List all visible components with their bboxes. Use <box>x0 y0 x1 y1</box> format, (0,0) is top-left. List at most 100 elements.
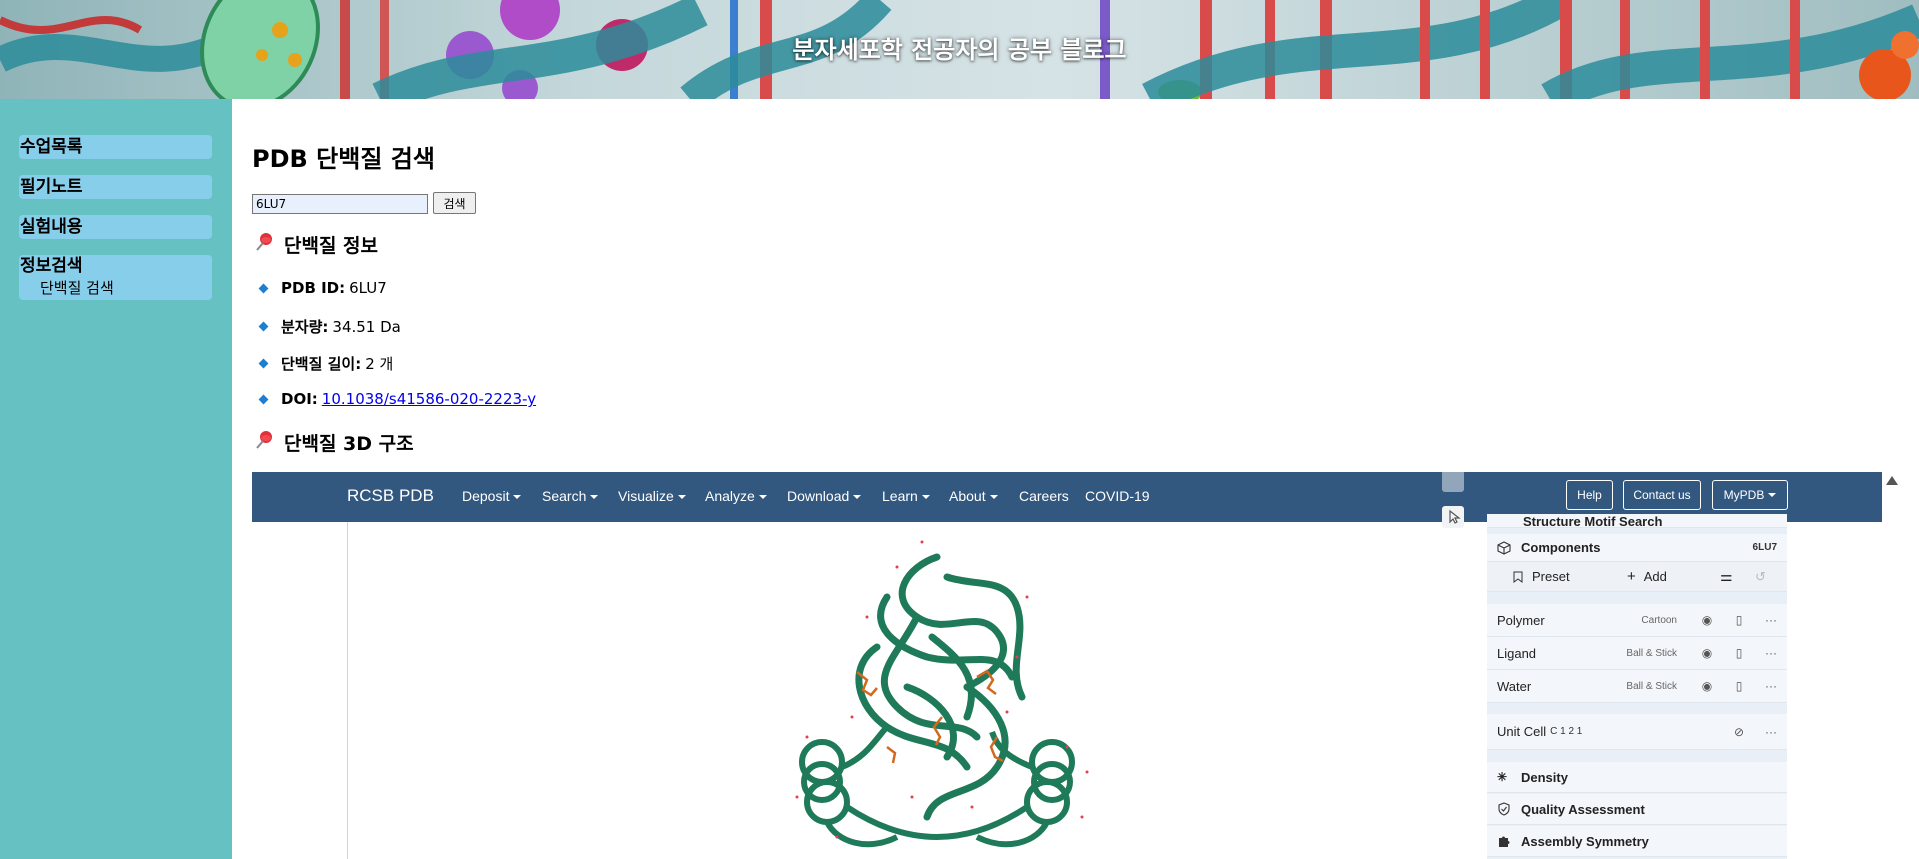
sidebar-subitem-protein-search[interactable]: 단백질 검색 <box>20 277 212 299</box>
sidebar-item-label[interactable]: 수업목록 <box>20 137 83 157</box>
rcsb-nav-download[interactable]: Download <box>787 488 862 504</box>
section-heading-text: 단백질 정보 <box>284 235 379 257</box>
sliders-icon[interactable]: ⚌ <box>1720 568 1733 585</box>
rcsb-help-button[interactable]: Help <box>1566 480 1613 510</box>
density-icon: ✳ <box>1497 770 1508 784</box>
more-icon[interactable]: ··· <box>1755 637 1787 669</box>
info-label: 단백질 길이: <box>281 355 362 373</box>
caret-down-icon <box>758 495 767 500</box>
page-title: PDB 단백질 검색 <box>252 145 435 173</box>
panel-components-id: 6LU7 <box>1752 542 1777 553</box>
more-icon[interactable]: ··· <box>1755 714 1787 749</box>
settings-icon[interactable] <box>1442 472 1464 492</box>
sidebar-item-label[interactable]: 실험내용 <box>20 217 83 237</box>
component-name: Polymer <box>1497 612 1545 628</box>
trash-icon[interactable]: ▯ <box>1723 604 1755 636</box>
caret-down-icon <box>853 495 862 500</box>
trash-icon[interactable]: ▯ <box>1723 637 1755 669</box>
diamond-bullet-icon <box>258 321 269 332</box>
shield-check-icon <box>1498 802 1510 816</box>
rcsb-embed-frame[interactable]: RCSB PDB Deposit Search Visualize Analyz… <box>252 472 1882 859</box>
info-row-molecular-weight: 분자량: 34.51 Da <box>258 316 401 337</box>
add-button[interactable]: + Add <box>1627 568 1667 585</box>
sidebar-item-experiments[interactable]: 실험내용 <box>19 215 212 239</box>
rcsb-nav-search[interactable]: Search <box>542 488 599 504</box>
rcsb-logo[interactable]: RCSB PDB <box>347 486 434 506</box>
panel-structure-motif-row[interactable]: Structure Motif Search <box>1487 514 1787 528</box>
viewer-left-border <box>347 522 348 859</box>
pdb-search-input[interactable] <box>252 194 428 214</box>
preset-button[interactable]: Preset <box>1512 569 1570 584</box>
caret-down-icon <box>677 495 686 500</box>
header-banner: 분자세포학 전공자의 공부 블로그 <box>0 0 1919 99</box>
panel-section-density[interactable]: ✳ Density <box>1487 762 1787 793</box>
section-heading-text: 단백질 3D 구조 <box>284 433 414 455</box>
site-title: 분자세포학 전공자의 공부 블로그 <box>792 36 1127 64</box>
component-name: Ligand <box>1497 645 1537 661</box>
cube-icon <box>1497 540 1511 555</box>
plus-icon: + <box>1627 568 1636 585</box>
undo-icon[interactable]: ↺ <box>1755 569 1766 585</box>
panel-preset-row: Preset + Add ⚌ ↺ <box>1487 562 1787 592</box>
rcsb-nav-learn[interactable]: Learn <box>882 488 930 504</box>
sidebar-item-class-list[interactable]: 수업목록 <box>19 135 212 159</box>
component-repr[interactable]: Ball & Stick <box>1626 681 1677 692</box>
doi-link[interactable]: 10.1038/s41586-020-2223-y <box>322 390 536 408</box>
component-repr[interactable]: Cartoon <box>1641 615 1677 626</box>
component-row-polymer[interactable]: Polymer Cartoon ◉ ▯ ··· <box>1487 604 1787 637</box>
info-label: PDB ID: <box>281 279 346 297</box>
eye-off-icon[interactable]: ⊘ <box>1723 714 1755 749</box>
search-button[interactable]: 검색 <box>433 192 476 214</box>
panel-section-symmetry[interactable]: Assembly Symmetry <box>1487 826 1787 857</box>
info-row-pdb-id: PDB ID: 6LU7 <box>258 279 387 297</box>
info-row-doi: DOI: 10.1038/s41586-020-2223-y <box>258 390 536 408</box>
puzzle-icon <box>1499 836 1510 847</box>
pointer-icon[interactable] <box>1442 506 1464 528</box>
caret-down-icon <box>921 495 930 500</box>
rcsb-nav-careers[interactable]: Careers <box>1019 488 1069 504</box>
protein-3d-structure[interactable] <box>767 537 1107 859</box>
sidebar-item-info-search[interactable]: 정보검색 단백질 검색 <box>19 255 212 300</box>
info-value: 34.51 Da <box>332 317 401 336</box>
info-value: 2 개 <box>365 355 394 373</box>
panel-components-header[interactable]: Components 6LU7 <box>1487 534 1787 562</box>
rcsb-contact-button[interactable]: Contact us <box>1623 480 1701 510</box>
more-icon[interactable]: ··· <box>1755 670 1787 702</box>
component-repr[interactable]: Ball & Stick <box>1626 648 1677 659</box>
rcsb-nav-visualize[interactable]: Visualize <box>618 488 686 504</box>
molstar-control-panel: Structure Motif Search Components 6LU7 P… <box>1487 514 1787 859</box>
eye-icon[interactable]: ◉ <box>1691 637 1723 669</box>
diamond-bullet-icon <box>258 283 269 293</box>
sidebar-item-label[interactable]: 필기노트 <box>20 177 83 197</box>
main-content: PDB 단백질 검색 검색 단백질 정보 PDB ID: 6LU7 분자량: 3… <box>252 99 1912 859</box>
eye-icon[interactable]: ◉ <box>1691 604 1723 636</box>
unit-cell-row[interactable]: Unit Cell C 1 2 1 ⊘ ··· <box>1487 714 1787 750</box>
component-name: Water <box>1497 678 1532 694</box>
info-label: 분자량: <box>281 318 329 336</box>
rcsb-nav-about[interactable]: About <box>949 488 998 504</box>
eye-icon[interactable]: ◉ <box>1691 670 1723 702</box>
info-label: DOI: <box>281 390 318 408</box>
rcsb-nav-analyze[interactable]: Analyze <box>705 488 767 504</box>
sidebar-item-label[interactable]: 정보검색 <box>20 256 83 276</box>
scroll-up-arrow-icon[interactable] <box>1886 476 1898 485</box>
bookmark-icon <box>1513 571 1523 583</box>
more-icon[interactable]: ··· <box>1755 604 1787 636</box>
sidebar: 수업목록 필기노트 실험내용 정보검색 단백질 검색 <box>0 99 232 859</box>
info-row-protein-length: 단백질 길이: 2 개 <box>258 353 393 374</box>
sidebar-item-notes[interactable]: 필기노트 <box>19 175 212 199</box>
caret-down-icon <box>513 495 522 500</box>
rcsb-nav-covid[interactable]: COVID-19 <box>1085 488 1150 504</box>
space-group: C 1 2 1 <box>1550 726 1583 737</box>
pushpin-icon <box>254 430 276 455</box>
rcsb-mypdb-button[interactable]: MyPDB <box>1712 480 1788 510</box>
trash-icon[interactable]: ▯ <box>1723 670 1755 702</box>
rcsb-nav-deposit[interactable]: Deposit <box>462 488 522 504</box>
panel-section-quality[interactable]: Quality Assessment <box>1487 794 1787 825</box>
panel-components-label: Components <box>1521 540 1601 555</box>
diamond-bullet-icon <box>258 358 269 369</box>
info-value: 6LU7 <box>349 279 387 297</box>
component-row-water[interactable]: Water Ball & Stick ◉ ▯ ··· <box>1487 670 1787 703</box>
protein-3d-heading: 단백질 3D 구조 <box>254 429 414 456</box>
component-row-ligand[interactable]: Ligand Ball & Stick ◉ ▯ ··· <box>1487 637 1787 670</box>
